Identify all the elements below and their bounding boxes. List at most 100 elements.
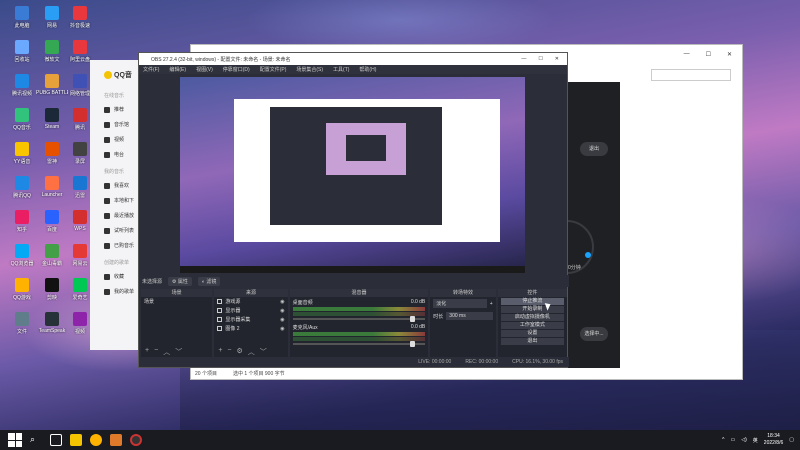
explorer-selection-info: 选中 1 个项目 900 字节 [232, 371, 285, 377]
control-button[interactable]: 停止推流 [500, 298, 564, 305]
source-item[interactable]: 图像 2 ◉ [214, 324, 287, 333]
up-icon[interactable]: ︿ [248, 347, 255, 357]
scene-item[interactable]: 场景 [141, 297, 212, 306]
app-icon [73, 108, 87, 122]
slider-knob[interactable] [410, 316, 416, 322]
clock[interactable]: 18:34 2022/8/6 [764, 433, 783, 447]
desktop-icon[interactable]: QQ音乐 [6, 108, 38, 131]
maximize-icon[interactable]: ☐ [538, 56, 542, 62]
volume-slider[interactable] [292, 316, 426, 322]
control-button[interactable]: 设置 [500, 330, 564, 337]
volume-icon[interactable]: ◁) [741, 437, 747, 443]
source-label: 游戏源 [225, 299, 241, 305]
taskbar-app-explorer[interactable] [110, 434, 122, 446]
desktop-icon[interactable]: QQ浏览器 [6, 244, 38, 267]
up-icon[interactable]: ︿ [163, 347, 170, 357]
transition-type-select[interactable]: 淡化 [433, 299, 487, 308]
control-button[interactable]: 工作室模式 [500, 322, 564, 329]
control-button[interactable]: 退出 [500, 338, 564, 345]
app-icon [45, 210, 59, 224]
desktop-icon-label: 腾讯QQ [13, 193, 31, 199]
desktop-icon[interactable]: 知乎 [6, 210, 38, 233]
desktop-icon-label: QQ浏览器 [10, 261, 34, 267]
clock-time: 18:34 [767, 433, 780, 439]
maximize-icon[interactable]: ☐ [706, 51, 711, 61]
obs-menu-item[interactable]: 视图(V) [196, 66, 213, 73]
chevron-up-icon[interactable]: ^ [722, 437, 724, 443]
add-icon[interactable]: + [218, 347, 222, 357]
exit-button[interactable]: 退出 [580, 142, 608, 156]
qq-nav-label: 收藏 [114, 274, 125, 280]
desktop-icon-label: 回收站 [14, 57, 30, 63]
task-view-icon[interactable] [50, 434, 62, 446]
source-item[interactable]: 显示器 ◉ [214, 306, 287, 315]
desktop-icon[interactable]: 腾讯视频 [6, 74, 38, 97]
notification-icon[interactable]: ▢ [789, 437, 794, 443]
obs-menu-item[interactable]: 配置文件(P) [260, 66, 287, 73]
qq-nav-label: 已购音乐 [114, 243, 135, 249]
minimize-icon[interactable]: — [521, 56, 526, 62]
down-icon[interactable]: ﹀ [175, 347, 182, 357]
desktop-icon[interactable]: 腾讯QQ [6, 176, 38, 199]
remove-icon[interactable]: − [227, 347, 231, 357]
nav-icon [104, 136, 110, 143]
minimize-icon[interactable]: — [684, 51, 690, 61]
obs-menu-item[interactable]: 场景集合(S) [296, 66, 323, 73]
desktop-icon[interactable]: 此电脑 [6, 6, 38, 29]
taskbar-app-obs[interactable] [130, 434, 142, 446]
visibility-eye-icon[interactable]: ◉ [280, 308, 284, 314]
source-item[interactable]: 游戏源 ◉ [214, 297, 287, 306]
slider-knob[interactable] [410, 341, 416, 347]
duration-input[interactable]: 300 ms [446, 312, 493, 320]
desktop-icon[interactable]: 抖音极速 [64, 6, 96, 29]
app-icon [15, 244, 29, 258]
qq-nav-label: 音乐馆 [114, 122, 130, 128]
network-icon[interactable]: ▭ [731, 437, 736, 443]
obs-menu-item[interactable]: 停靠窗口(D) [223, 66, 250, 73]
obs-menu-item[interactable]: 帮助(H) [359, 66, 376, 73]
source-item[interactable]: 显示器采集 ◉ [214, 315, 287, 324]
select-button[interactable]: 选择中... [580, 327, 608, 341]
volume-meter [292, 312, 426, 316]
desktop-icon[interactable]: YY语音 [6, 142, 38, 165]
obs-menu-item[interactable]: 文件(F) [143, 66, 159, 73]
properties-button[interactable]: ⚙ 属性 [168, 276, 192, 286]
taskbar-app-qq-music[interactable] [70, 434, 82, 446]
add-icon[interactable]: + [490, 301, 493, 307]
nav-icon [104, 197, 110, 204]
taskbar-app-chrome[interactable] [90, 434, 102, 446]
obs-menu-item[interactable]: 编辑(E) [169, 66, 186, 73]
volume-slider[interactable] [292, 341, 426, 347]
volume-meter [292, 332, 426, 336]
desktop-icon[interactable]: 文件 [6, 312, 38, 335]
obs-preview-canvas[interactable] [180, 77, 525, 273]
add-icon[interactable]: + [145, 347, 149, 357]
obs-window[interactable]: OBS 27.2.4 (32-bit, windows) - 配置文件: 未命名… [138, 52, 569, 368]
visibility-eye-icon[interactable]: ◉ [280, 326, 284, 332]
remove-icon[interactable]: − [154, 347, 158, 357]
gear-icon[interactable]: ⚙ [237, 347, 243, 357]
down-icon[interactable]: ﹀ [260, 347, 267, 357]
start-button[interactable] [8, 433, 22, 447]
search-icon[interactable]: ⌕ [30, 434, 42, 446]
visibility-eye-icon[interactable]: ◉ [280, 299, 284, 305]
nav-icon [104, 151, 110, 158]
app-icon [45, 278, 59, 292]
visibility-eye-icon[interactable]: ◉ [280, 317, 284, 323]
progress-ring-dot [585, 252, 591, 258]
app-icon [73, 312, 87, 326]
control-button[interactable]: 开始录制 [500, 306, 564, 313]
obs-menu-item[interactable]: 工具(T) [333, 66, 349, 73]
live-timer: LIVE: 00:00:00 [418, 359, 452, 365]
filters-button[interactable]: ◐ 滤镜 [197, 276, 221, 286]
control-button[interactable]: 启动虚拟摄像机 [500, 314, 564, 321]
nav-icon [104, 242, 110, 249]
desktop-icon[interactable]: QQ游戏 [6, 278, 38, 301]
explorer-search-input[interactable] [651, 69, 731, 81]
mixer-channel: 麦克风/Aux 0.0 dB [290, 322, 429, 347]
qq-music-logo-icon [104, 71, 112, 79]
desktop-icon[interactable]: 回收站 [6, 40, 38, 63]
ime-indicator[interactable]: 英 [753, 437, 758, 444]
close-icon[interactable]: ✕ [555, 56, 559, 62]
close-icon[interactable]: ✕ [727, 51, 732, 61]
